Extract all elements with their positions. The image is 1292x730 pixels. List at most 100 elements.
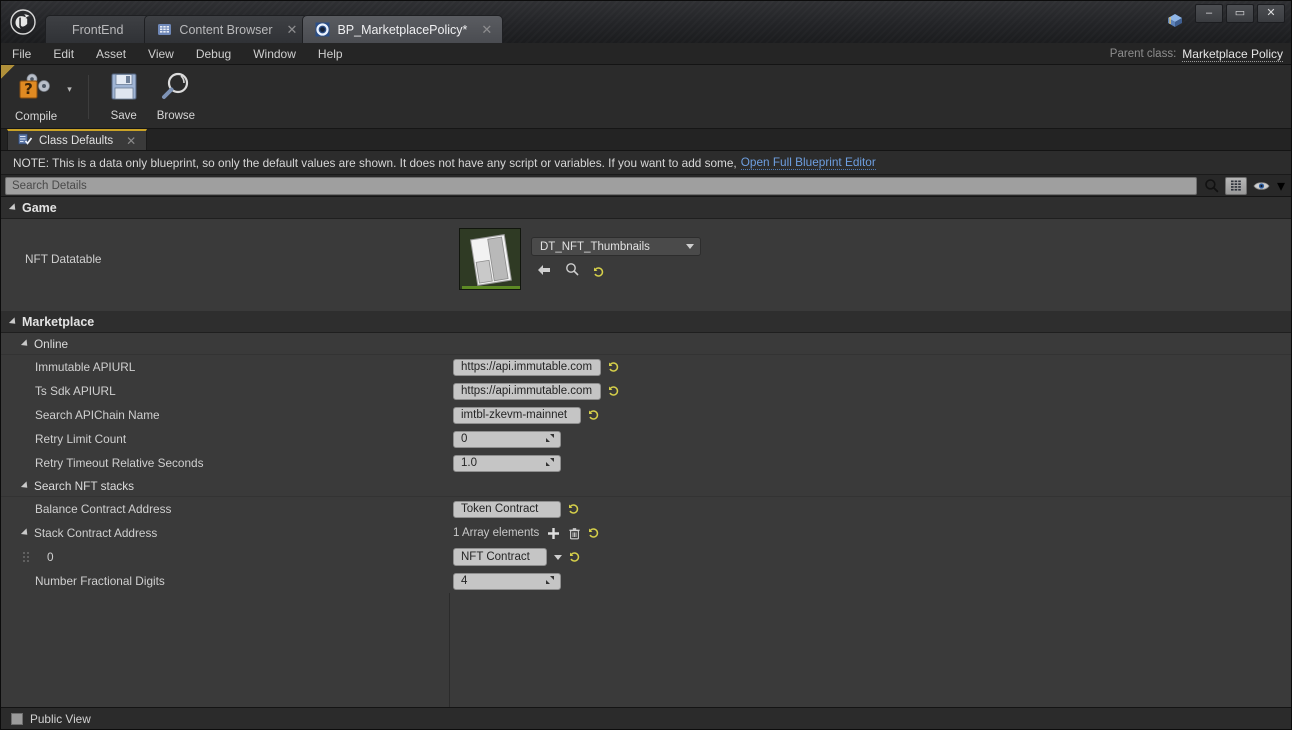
close-button[interactable]: ✕ — [1257, 4, 1285, 23]
reset-to-default-icon[interactable] — [569, 551, 580, 563]
numeric-value: 4 — [461, 575, 467, 587]
property-value: Token Contract — [449, 501, 1291, 518]
property-row-number-fractional-digits: Number Fractional Digits 4 — [1, 569, 1291, 593]
property-label: Immutable APIURL — [1, 360, 449, 374]
search-asset-icon[interactable] — [565, 262, 579, 281]
class-defaults-icon — [18, 133, 32, 149]
spinner-arrows-icon — [545, 433, 555, 446]
immutable-apiurl-input[interactable]: https://api.immutable.com — [453, 359, 601, 376]
open-full-blueprint-editor-link[interactable]: Open Full Blueprint Editor — [741, 155, 876, 170]
tab-close-icon[interactable]: ✕ — [287, 23, 298, 36]
unreal-gem-icon — [1165, 11, 1185, 36]
eye-visibility-icon[interactable] — [1251, 177, 1271, 195]
search-apichain-name-input[interactable]: imtbl-zkevm-mainnet — [453, 407, 581, 424]
details-panel: Game NFT Datatable — [1, 197, 1291, 707]
parent-class-row: Parent class: Marketplace Policy — [1110, 43, 1283, 65]
browse-button[interactable]: Browse — [149, 68, 203, 126]
subcategory-header-online[interactable]: Online — [1, 333, 1291, 355]
reset-to-default-icon[interactable] — [588, 527, 599, 539]
property-row-nft-datatable: NFT Datatable DT_NFT_Thu — [1, 219, 1291, 299]
chevron-down-icon[interactable] — [554, 555, 562, 560]
unreal-logo-icon — [1, 1, 45, 43]
property-label-group[interactable]: Stack Contract Address — [1, 526, 449, 540]
category-label: Game — [22, 201, 57, 215]
tab-label: Content Browser — [179, 23, 272, 37]
parent-class-label: Parent class: — [1110, 48, 1176, 60]
window-tab-content-browser[interactable]: Content Browser ✕ — [144, 15, 308, 43]
retry-limit-count-stepper[interactable]: 0 — [453, 431, 561, 448]
reset-to-default-icon[interactable] — [608, 385, 619, 397]
subcategory-header-search-nft-stacks[interactable]: Search NFT stacks — [1, 475, 1291, 497]
array-item-row-0: 0 NFT Contract — [1, 545, 1291, 569]
property-value: NFT Contract — [449, 548, 1291, 566]
property-row-immutable-apiurl: Immutable APIURL https://api.immutable.c… — [1, 355, 1291, 379]
status-bar: Public View — [1, 707, 1291, 729]
ts-sdk-apiurl-input[interactable]: https://api.immutable.com — [453, 383, 601, 400]
property-label: Stack Contract Address — [34, 526, 157, 540]
menu-item-help[interactable]: Help — [307, 43, 354, 65]
data-only-blueprint-note: NOTE: This is a data only blueprint, so … — [1, 151, 1291, 175]
reset-to-default-icon[interactable] — [593, 266, 604, 278]
browse-to-asset-icon[interactable] — [537, 263, 551, 281]
balance-contract-address-input[interactable]: Token Contract — [453, 501, 561, 518]
property-row-stack-contract-address: Stack Contract Address 1 Array elements — [1, 521, 1291, 545]
nft-contract-enum[interactable]: NFT Contract — [453, 548, 547, 566]
menu-item-asset[interactable]: Asset — [85, 43, 137, 65]
window-tab-frontend[interactable]: FrontEnd — [45, 15, 150, 43]
property-label: Search APIChain Name — [1, 408, 449, 422]
eye-dropdown-caret-icon[interactable]: ▾ — [1275, 177, 1287, 195]
public-view-checkbox[interactable] — [11, 713, 23, 725]
menu-item-edit[interactable]: Edit — [42, 43, 85, 65]
category-header-game[interactable]: Game — [1, 197, 1291, 219]
magnifier-icon — [159, 71, 193, 108]
datatable-thumbnail-icon[interactable] — [459, 228, 521, 290]
drag-handle-icon[interactable] — [23, 551, 29, 563]
minimize-button[interactable]: – — [1195, 4, 1223, 23]
reset-to-default-icon[interactable] — [568, 503, 579, 515]
panel-tab-row: Class Defaults ✕ — [1, 129, 1291, 151]
menu-item-view[interactable]: View — [137, 43, 185, 65]
retry-timeout-stepper[interactable]: 1.0 — [453, 455, 561, 472]
property-value: 4 — [449, 573, 1291, 590]
menu-item-file[interactable]: File — [1, 43, 42, 65]
note-text: NOTE: This is a data only blueprint, so … — [13, 156, 737, 170]
menu-item-debug[interactable]: Debug — [185, 43, 242, 65]
save-button[interactable]: Save — [99, 68, 149, 126]
tab-class-defaults[interactable]: Class Defaults ✕ — [7, 129, 147, 150]
svg-text:?: ? — [24, 80, 33, 98]
expander-icon — [21, 481, 30, 490]
expander-icon — [21, 339, 30, 348]
window-tab-bp-marketplacepolicy[interactable]: BP_MarketplacePolicy* ✕ — [302, 15, 503, 43]
numeric-value: 1.0 — [461, 457, 477, 469]
spinner-arrows-icon — [545, 457, 555, 470]
search-icon[interactable] — [1201, 177, 1221, 195]
search-input[interactable] — [5, 177, 1197, 195]
category-header-marketplace[interactable]: Marketplace — [1, 311, 1291, 333]
number-fractional-digits-stepper[interactable]: 4 — [453, 573, 561, 590]
parent-class-link[interactable]: Marketplace Policy — [1182, 47, 1283, 62]
reset-to-default-icon[interactable] — [608, 361, 619, 373]
chevron-down-icon — [686, 244, 694, 249]
blueprint-icon — [315, 22, 330, 37]
nft-datatable-combo[interactable]: DT_NFT_Thumbnails — [531, 237, 701, 256]
compile-dropdown-caret-icon[interactable]: ▾ — [67, 84, 72, 95]
window-controls: – ▭ ✕ — [1195, 4, 1285, 23]
compile-button[interactable]: ? Compile — [7, 68, 65, 126]
add-element-icon[interactable] — [546, 526, 560, 540]
panel-tab-close-icon[interactable]: ✕ — [126, 134, 136, 148]
maximize-button[interactable]: ▭ — [1226, 4, 1254, 23]
category-label: Marketplace — [22, 315, 94, 329]
grid-view-icon[interactable] — [1225, 177, 1247, 195]
tab-label: FrontEnd — [72, 23, 123, 37]
expander-icon — [9, 203, 18, 212]
unreal-blueprint-editor-window: FrontEnd Content Browser ✕ — [0, 0, 1292, 730]
reset-to-default-icon[interactable] — [588, 409, 599, 421]
tab-close-icon[interactable]: ✕ — [481, 23, 492, 36]
asset-picker-widget: DT_NFT_Thumbnails — [449, 228, 701, 290]
property-row-balance-contract-address: Balance Contract Address Token Contract — [1, 497, 1291, 521]
menu-item-window[interactable]: Window — [242, 43, 307, 65]
delete-array-icon[interactable] — [567, 526, 581, 540]
array-item-index: 0 — [1, 550, 449, 564]
blueprint-toolbar: ? Compile ▾ Save — [1, 65, 1291, 129]
property-row-retry-limit-count: Retry Limit Count 0 — [1, 427, 1291, 451]
